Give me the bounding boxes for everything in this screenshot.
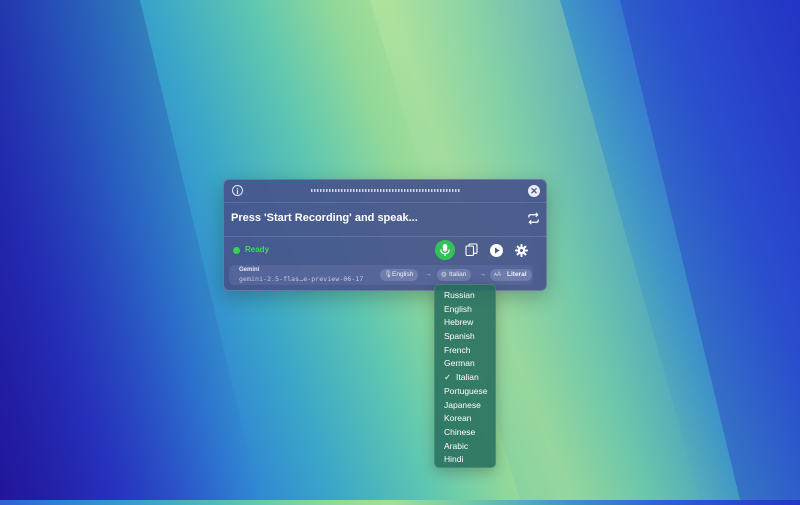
menu-item-arabic[interactable]: Arabic [435, 440, 495, 454]
source-language-label: English [392, 271, 414, 278]
mode-button[interactable]: ᴀA Literal [490, 269, 532, 281]
menu-item-korean[interactable]: Korean [435, 412, 495, 426]
drag-handle[interactable] [311, 189, 461, 192]
arrow-right-icon: → [425, 271, 432, 278]
gear-icon[interactable] [515, 244, 528, 257]
menu-item-russian[interactable]: Russian [435, 289, 495, 303]
dictation-panel: i ✕ Press 'Start Recording' and speak...… [223, 179, 547, 291]
panel-titlebar[interactable]: i ✕ [224, 180, 546, 203]
arrow-right-icon: → [479, 271, 486, 278]
prompt-text: Press 'Start Recording' and speak... [231, 212, 418, 224]
menu-item-portuguese[interactable]: Portuguese [435, 385, 495, 399]
transcript-area: Press 'Start Recording' and speak... [224, 203, 546, 237]
menu-item-italian[interactable]: ✓ Italian [435, 371, 495, 385]
model-bar: Gemini gemini-2.5-flas…e-preview-06-17 🎙… [229, 265, 533, 285]
model-id[interactable]: gemini-2.5-flas…e-preview-06-17 [239, 275, 363, 283]
menu-item-english[interactable]: English [435, 303, 495, 317]
play-icon [495, 247, 500, 254]
record-button[interactable] [435, 240, 455, 260]
info-icon[interactable]: i [232, 185, 243, 196]
globe-icon: ◍ [441, 271, 447, 278]
source-language-button[interactable]: 🎙︎ English [380, 269, 419, 281]
menu-item-hindi[interactable]: Hindi [435, 453, 495, 467]
status-text: Ready [245, 245, 270, 254]
mode-label: Literal [507, 271, 527, 278]
menu-item-hebrew[interactable]: Hebrew [435, 316, 495, 330]
target-language-button[interactable]: ◍ Italian [437, 269, 472, 281]
copy-icon[interactable] [465, 243, 478, 257]
text-size-icon: ᴀA [494, 272, 501, 278]
repeat-icon[interactable] [527, 212, 540, 225]
close-icon[interactable]: ✕ [528, 185, 540, 197]
model-provider: Gemini [239, 267, 260, 273]
microphone-icon [440, 244, 450, 256]
status-indicator [233, 247, 240, 254]
play-button[interactable] [490, 244, 503, 257]
microphone-icon: 🎙︎ [384, 271, 393, 278]
menu-item-japanese[interactable]: Japanese [435, 399, 495, 413]
menu-item-spanish[interactable]: Spanish [435, 330, 495, 344]
language-dropdown-menu: Russian English Hebrew Spanish French Ge… [434, 284, 496, 468]
menu-item-chinese[interactable]: Chinese [435, 426, 495, 440]
target-language-label: Italian [449, 271, 467, 278]
menu-item-german[interactable]: German [435, 357, 495, 371]
checkmark-icon: ✓ [444, 372, 452, 383]
menu-item-french[interactable]: French [435, 344, 495, 358]
